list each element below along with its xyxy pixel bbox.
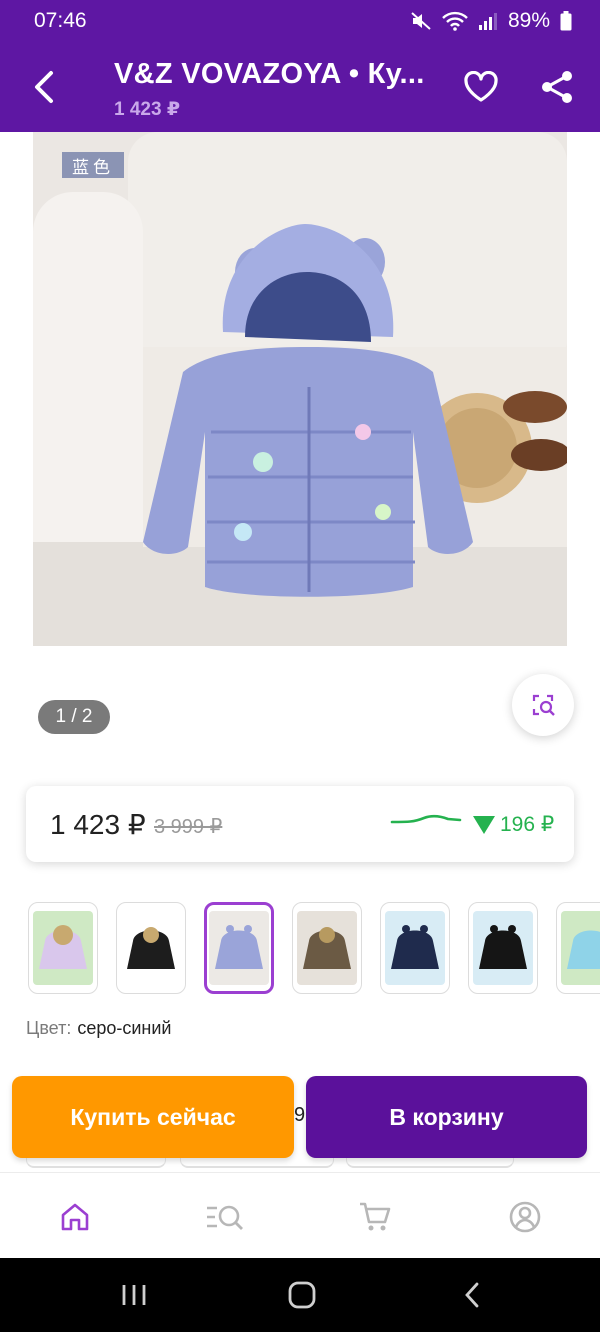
favorite-button[interactable] [460, 66, 502, 108]
catalog-search-icon [207, 1205, 243, 1230]
signal-icon [478, 11, 498, 31]
nav-home[interactable] [55, 1197, 95, 1237]
status-icons: 89% [410, 9, 572, 33]
share-icon [542, 71, 572, 103]
buy-now-button[interactable]: Купить сейчас [12, 1076, 294, 1158]
thumbnail-1[interactable] [28, 902, 98, 994]
app-header: V&Z VOVAZOYA • Ку... 1 423 ₽ [0, 42, 600, 132]
thumbnail-2[interactable] [116, 902, 186, 994]
back-system-button[interactable] [452, 1280, 492, 1310]
mute-icon [410, 11, 432, 31]
price-card[interactable]: 1 423 ₽ 3 999 ₽ 196 ₽ [26, 786, 574, 862]
jacket-thumbnail-image [127, 927, 175, 969]
product-title: V&Z VOVAZOYA • Ку... [114, 58, 425, 90]
thumbnail-5[interactable] [380, 902, 450, 994]
color-thumbnails [26, 900, 600, 996]
home-system-button[interactable] [282, 1280, 322, 1310]
status-bar: 07:46 89% [0, 0, 600, 42]
header-price: 1 423 ₽ [114, 99, 181, 120]
triangle-down-icon [473, 815, 495, 834]
nav-cart[interactable] [355, 1197, 395, 1237]
jacket-photo [33, 132, 567, 646]
arrow-left-icon [35, 71, 53, 103]
old-price: 3 999 ₽ [154, 816, 223, 838]
thumbnail-6[interactable] [468, 902, 538, 994]
price-drop-value: 196 ₽ [500, 813, 555, 836]
visual-search-button[interactable] [512, 674, 574, 736]
recent-apps-button[interactable] [114, 1280, 154, 1310]
image-search-icon [532, 694, 555, 716]
thumbnail-4[interactable] [292, 902, 362, 994]
jacket-thumbnail-image [391, 925, 439, 969]
system-navigation [0, 1258, 600, 1332]
recent-apps-icon [122, 1285, 146, 1305]
nav-catalog[interactable] [205, 1197, 245, 1237]
price-history-sparkline [390, 814, 462, 824]
back-button[interactable] [24, 62, 64, 112]
image-counter: 1 / 2 [38, 700, 110, 734]
status-time: 07:46 [34, 9, 87, 32]
bottom-navigation [0, 1172, 600, 1258]
home-circle-icon [288, 1281, 316, 1309]
share-button[interactable] [536, 66, 578, 108]
battery-percent: 89% [507, 9, 550, 32]
nav-profile[interactable] [505, 1197, 545, 1237]
product-page: 07:46 89% V&Z VOVAZOYA • Ку... 1 423 ₽ 蓝… [0, 0, 600, 1332]
profile-icon [509, 1201, 541, 1233]
heart-icon [464, 71, 498, 102]
home-icon [61, 1203, 89, 1231]
wifi-icon [442, 11, 468, 31]
cart-icon [360, 1202, 391, 1231]
color-value: серо-синий [77, 1018, 172, 1038]
thumbnail-7[interactable] [556, 902, 600, 994]
jacket-thumbnail-image [39, 925, 87, 969]
jacket-thumbnail-image [479, 925, 527, 969]
battery-icon [560, 11, 572, 31]
product-image[interactable] [33, 132, 567, 646]
jacket-thumbnail-image [215, 925, 263, 969]
current-price: 1 423 ₽ [50, 809, 146, 840]
jacket-thumbnail-image [303, 927, 351, 969]
jacket-thumbnail-image [567, 930, 600, 969]
back-chevron-icon [465, 1282, 479, 1308]
thumbnail-3-selected[interactable] [204, 902, 274, 994]
color-label: Цвет: [26, 1018, 72, 1038]
add-to-cart-button[interactable]: В корзину [306, 1076, 587, 1158]
selected-color: Цвет: серо-синий [26, 1018, 171, 1039]
price-drop: 196 ₽ [472, 812, 554, 837]
color-tag: 蓝色 [62, 152, 124, 178]
